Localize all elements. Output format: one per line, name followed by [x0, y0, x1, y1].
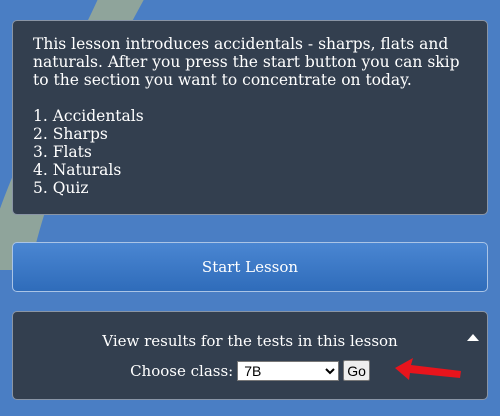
red-arrow-icon — [395, 358, 461, 380]
section-item: 3. Flats — [33, 143, 92, 161]
section-item: 2. Sharps — [33, 125, 108, 143]
start-lesson-button[interactable]: Start Lesson — [12, 242, 488, 292]
section-item: 1. Accidentals — [33, 107, 144, 125]
results-panel: View results for the tests in this lesso… — [12, 311, 488, 400]
lesson-section-list: 1. Accidentals 2. Sharps 3. Flats 4. Nat… — [33, 107, 467, 197]
go-button[interactable]: Go — [343, 360, 370, 381]
section-item: 5. Quiz — [33, 179, 89, 197]
chevron-up-icon[interactable] — [467, 334, 479, 341]
lesson-intro-panel: This lesson introduces accidentals - sha… — [12, 20, 488, 215]
lesson-intro-text: This lesson introduces accidentals - sha… — [33, 35, 460, 89]
choose-class-label: Choose class: — [130, 361, 234, 380]
section-item: 4. Naturals — [33, 161, 122, 179]
results-title: View results for the tests in this lesso… — [102, 332, 398, 350]
class-select[interactable]: 7B — [237, 360, 340, 381]
